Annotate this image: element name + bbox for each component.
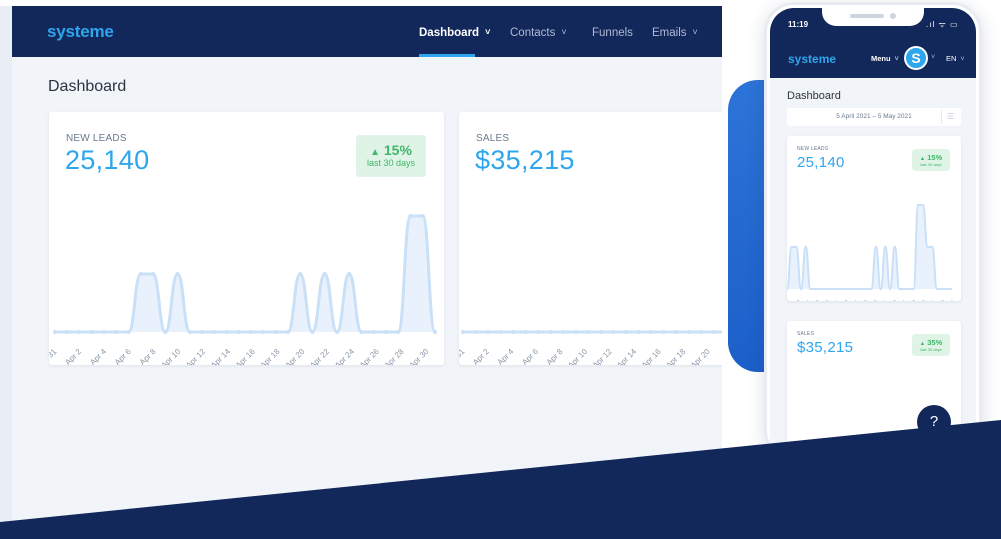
help-button[interactable]: ? [917, 405, 951, 439]
decorative-navy-band [0, 420, 1001, 539]
promo-stage: systeme Dashboard ˅ Contacts ˅ Funnels Ema… [0, 0, 1001, 539]
